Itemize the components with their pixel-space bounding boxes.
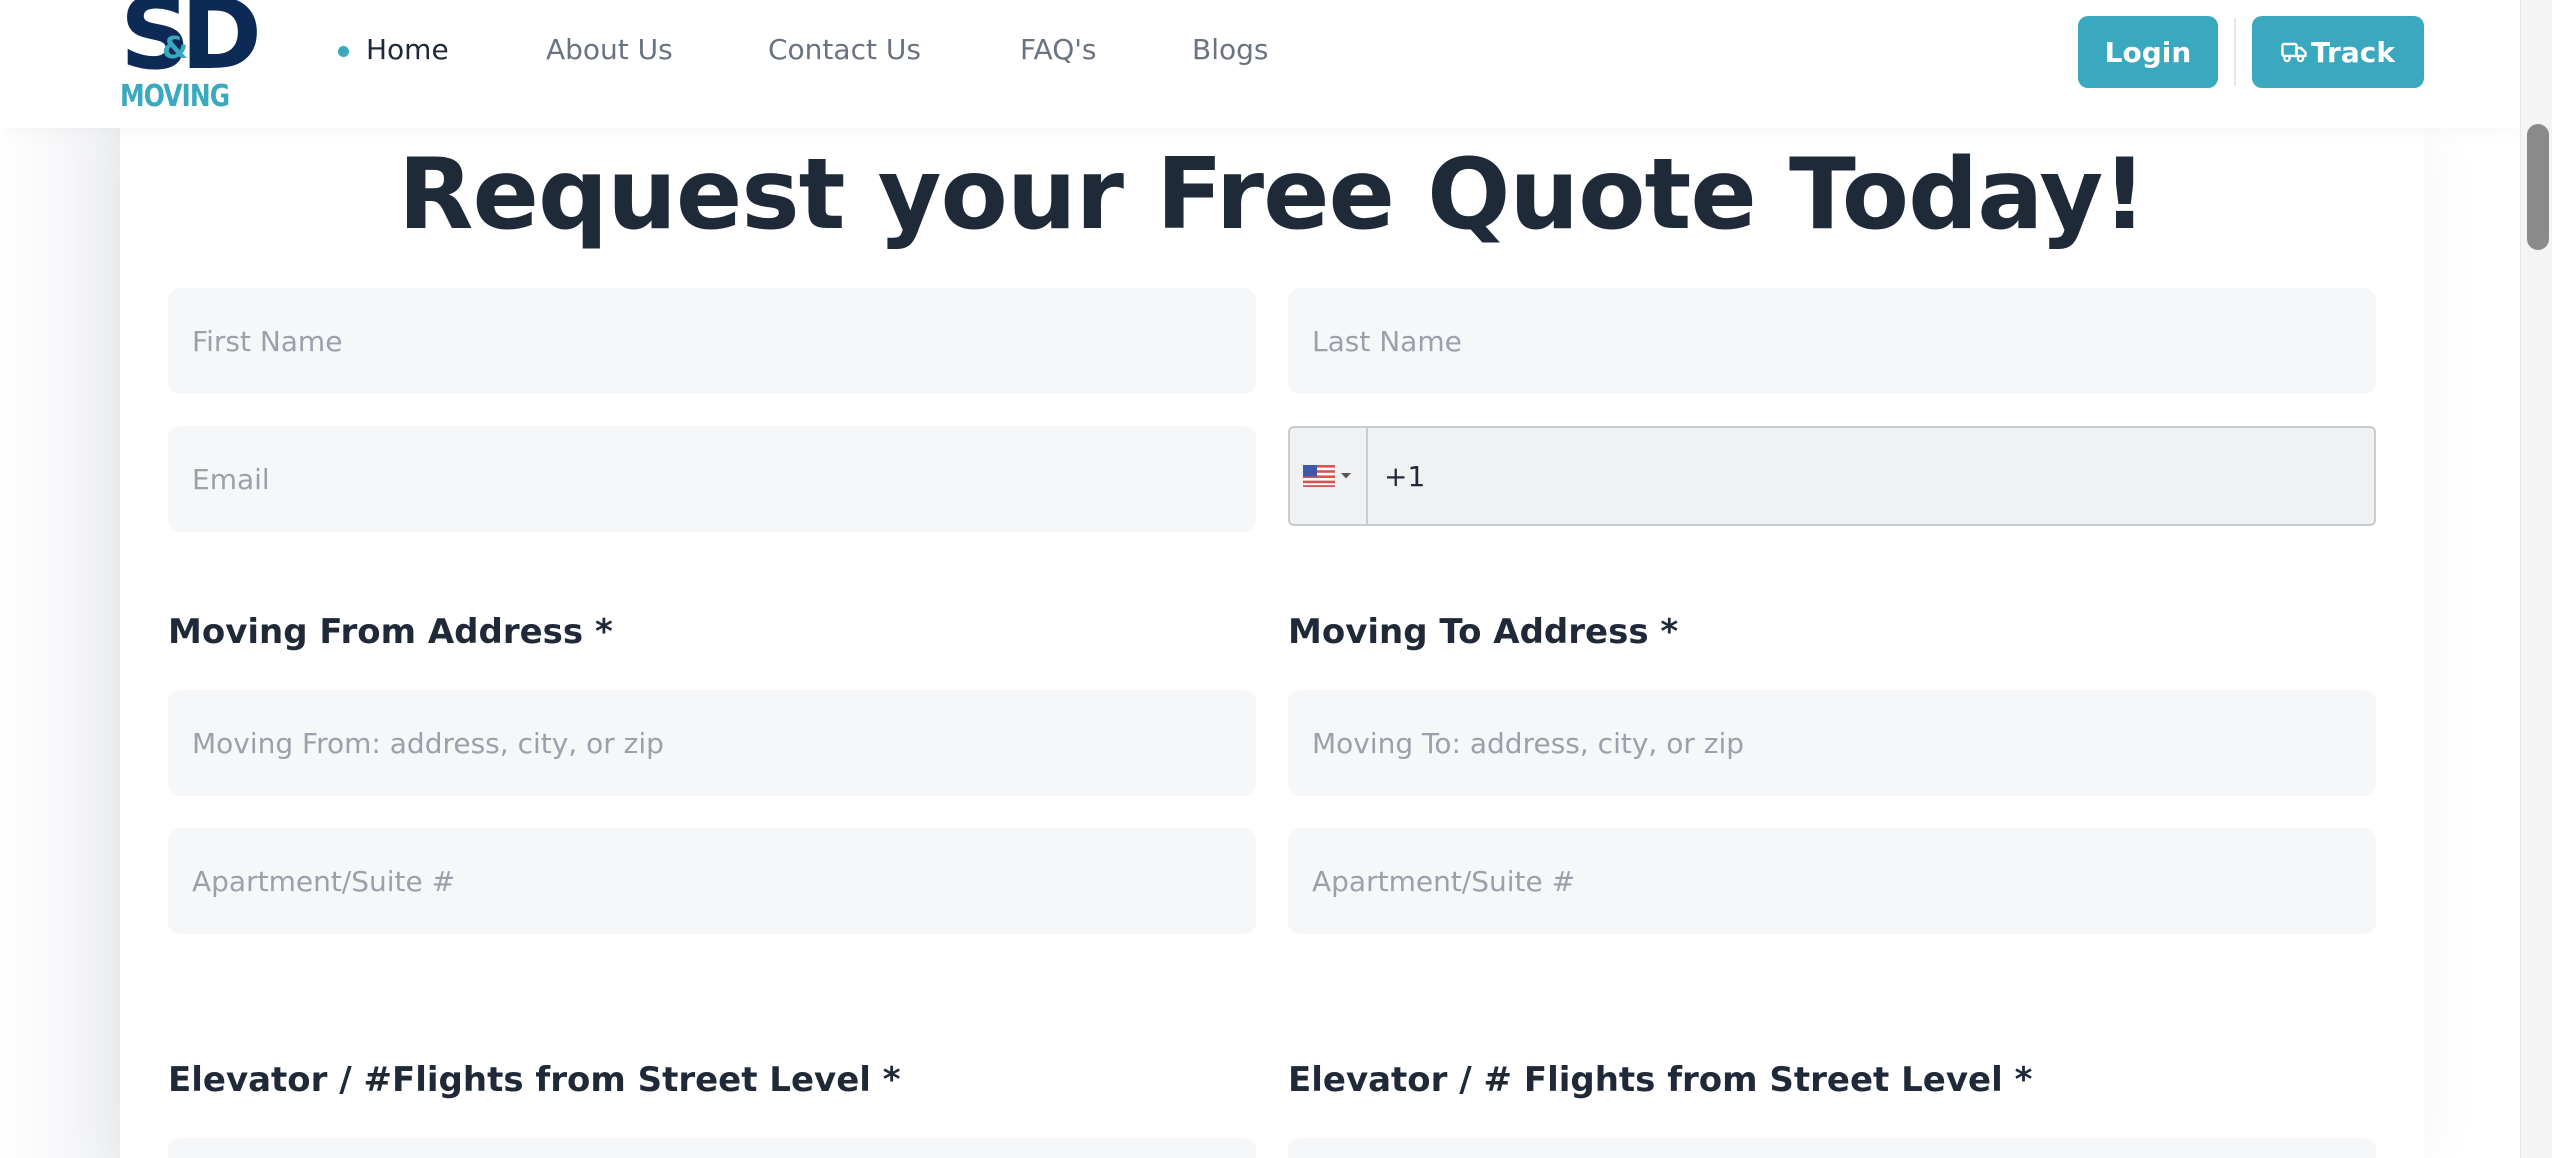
logo[interactable]: SD & MOVING (118, 0, 262, 118)
moving-from-input[interactable] (168, 690, 1256, 796)
nav-faqs[interactable]: FAQ's (1020, 32, 1097, 68)
left-shadow (0, 0, 120, 1158)
header-divider (2234, 18, 2236, 86)
site-header: SD & MOVING Home About Us Contact Us FAQ… (0, 0, 2520, 128)
truck-icon (2281, 42, 2307, 63)
login-button[interactable]: Login (2078, 16, 2218, 88)
elevator-from-label: Elevator / #Flights from Street Level * (168, 1060, 901, 1100)
page: SD & MOVING Home About Us Contact Us FAQ… (0, 0, 2552, 1158)
login-label: Login (2104, 35, 2192, 69)
apartment-to-input[interactable] (1288, 828, 2376, 934)
nav-home[interactable]: Home (366, 32, 449, 68)
moving-from-label: Moving From Address * (168, 612, 613, 652)
elevator-to-select[interactable] (1288, 1138, 2376, 1158)
phone-input[interactable] (1368, 428, 2374, 524)
moving-to-label: Moving To Address * (1288, 612, 1679, 652)
elevator-to-label: Elevator / # Flights from Street Level * (1288, 1060, 2033, 1100)
scrollbar-thumb[interactable] (2527, 124, 2549, 250)
logo-amp: & (162, 31, 189, 66)
country-selector[interactable] (1290, 428, 1368, 524)
phone-field (1288, 426, 2376, 526)
first-name-input[interactable] (168, 288, 1256, 394)
track-button[interactable]: Track (2252, 16, 2424, 88)
apartment-from-input[interactable] (168, 828, 1256, 934)
email-input[interactable] (168, 426, 1256, 532)
nav-blogs[interactable]: Blogs (1192, 32, 1268, 68)
us-flag-icon (1303, 465, 1335, 487)
chevron-down-icon (1341, 473, 1351, 479)
page-title: Request your Free Quote Today! (398, 138, 2147, 252)
scrollbar[interactable] (2520, 0, 2552, 1158)
moving-to-input[interactable] (1288, 690, 2376, 796)
last-name-input[interactable] (1288, 288, 2376, 394)
logo-moving: MOVING (120, 79, 230, 114)
active-nav-dot (338, 46, 349, 57)
track-label: Track (2311, 35, 2395, 69)
elevator-from-select[interactable] (168, 1138, 1256, 1158)
nav-contact-us[interactable]: Contact Us (768, 32, 921, 68)
nav-about-us[interactable]: About Us (546, 32, 673, 68)
